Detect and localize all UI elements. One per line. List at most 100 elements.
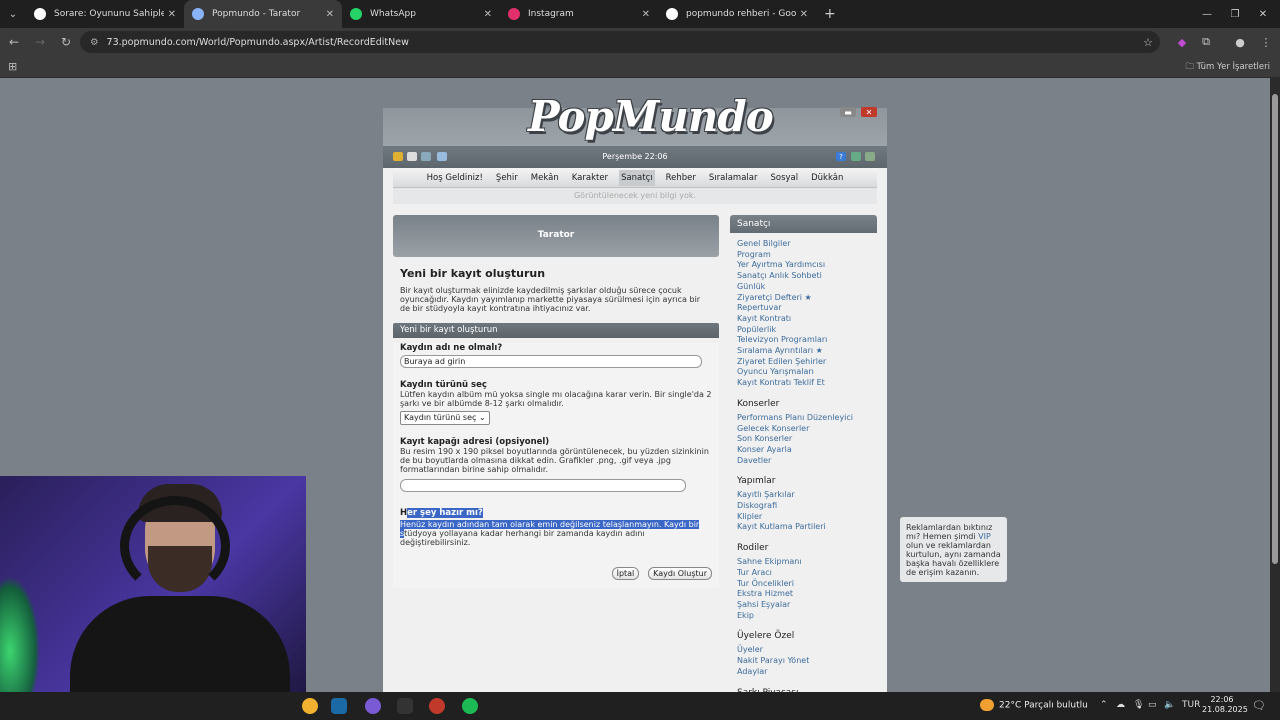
sidebar-link[interactable]: Sıralama Ayrıntıları ★ xyxy=(737,346,877,357)
tab-search-icon[interactable]: ⌄ xyxy=(0,0,26,28)
site-info-icon[interactable]: ⚙ xyxy=(90,37,99,48)
sidebar-link[interactable]: Son Konserler xyxy=(737,434,877,445)
nav-item[interactable]: Mekân xyxy=(529,170,561,186)
sidebar-link[interactable]: Kayıtlı Şarkılar xyxy=(737,490,877,501)
frame-close-icon[interactable]: ✕ xyxy=(861,107,877,117)
browser-tab[interactable]: popmundo rehberi - Google'da ✕ xyxy=(658,0,816,28)
settings-icon[interactable] xyxy=(865,152,875,161)
nav-item[interactable]: Dükkân xyxy=(809,170,845,186)
record-name-input[interactable]: Buraya ad girin xyxy=(400,355,702,368)
sidebar-link[interactable]: Şahsi Eşyalar xyxy=(737,600,877,611)
sidebar-link[interactable]: Tur Öncelikleri xyxy=(737,579,877,590)
sidebar-link[interactable]: Program xyxy=(737,250,877,261)
browser-tab[interactable]: Sorare: Oyununu Sahiplen ✕ xyxy=(26,0,184,28)
sidebar-link[interactable]: Günlük xyxy=(737,282,877,293)
create-record-button[interactable]: Kaydı Oluştur xyxy=(648,567,712,580)
sidebar-link[interactable]: Gelecek Konserler xyxy=(737,424,877,435)
sidebar-link[interactable]: Yer Ayırtma Yardımcısı xyxy=(737,260,877,271)
user-icon[interactable] xyxy=(851,152,861,161)
sidebar-link[interactable]: Sahne Ekipmanı xyxy=(737,557,877,568)
volume-icon[interactable]: 🔈 xyxy=(1164,700,1175,710)
nav-item[interactable]: Sosyal xyxy=(769,170,801,186)
sidebar-link[interactable]: Konser Ayarla xyxy=(737,445,877,456)
record-form: Kaydın adı ne olmalı? Buraya ad girin Ka… xyxy=(393,343,719,588)
nav-item[interactable]: Karakter xyxy=(570,170,610,186)
sidebar-link[interactable]: Oyuncu Yarışmaları xyxy=(737,367,877,378)
sidebar-link[interactable]: Ziyaretçi Defteri ★ xyxy=(737,293,877,304)
microphone-icon[interactable]: 🎙 xyxy=(1133,700,1144,710)
record-type-select[interactable]: Kaydın türünü seç ⌄ xyxy=(400,411,490,425)
nav-item[interactable]: Rehber xyxy=(664,170,698,186)
new-tab-button[interactable]: + xyxy=(824,6,836,22)
sidebar-link[interactable]: Klipler xyxy=(737,512,877,523)
sidebar-link[interactable]: Ekstra Hizmet xyxy=(737,589,877,600)
sidebar-link[interactable]: Genel Bilgiler xyxy=(737,239,877,250)
sidebar-link[interactable]: Repertuvar xyxy=(737,303,877,314)
all-bookmarks[interactable]: 🗀 Tüm Yer İşaretleri xyxy=(1185,61,1270,75)
sidebar-link[interactable]: Performans Planı Düzenleyici xyxy=(737,413,877,424)
chrome-taskbar-icon[interactable] xyxy=(302,698,318,714)
tray-chevron-icon[interactable]: ⌃ xyxy=(1100,700,1108,710)
sidebar-link[interactable]: Kayıt Kontratı xyxy=(737,314,877,325)
back-icon[interactable]: ← xyxy=(2,30,26,54)
tab-close-icon[interactable]: ✕ xyxy=(800,9,808,20)
recorder-taskbar-icon[interactable] xyxy=(429,698,445,714)
browser-tab[interactable]: Instagram ✕ xyxy=(500,0,658,28)
artist-name-box[interactable]: Tarator xyxy=(393,215,719,257)
epic-games-taskbar-icon[interactable] xyxy=(397,698,413,714)
reload-icon[interactable]: ↻ xyxy=(54,30,78,54)
sidebar-link[interactable]: Ziyaret Edilen Şehirler xyxy=(737,357,877,368)
scrollbar-thumb[interactable] xyxy=(1272,94,1278,564)
notification-icon[interactable]: 🗨 xyxy=(1252,699,1266,712)
taskbar-clock[interactable]: 22:06 21.08.2025 xyxy=(1202,695,1248,715)
menu-dots-icon[interactable]: ⋮ xyxy=(1256,32,1276,52)
status-bar: Perşembe 22:06 ? xyxy=(383,146,887,168)
steam-taskbar-icon[interactable] xyxy=(331,698,347,714)
language-indicator[interactable]: TUR xyxy=(1182,700,1200,710)
sidebar-link[interactable]: Üyeler xyxy=(737,645,877,656)
webcam-overlay xyxy=(0,476,306,720)
sidebar-link[interactable]: Adaylar xyxy=(737,667,877,678)
network-icon[interactable]: ▭ xyxy=(1148,700,1157,710)
extension-icon[interactable]: ◆ xyxy=(1172,32,1192,52)
discord-taskbar-icon[interactable] xyxy=(365,698,381,714)
sidebar-link[interactable]: Tur Aracı xyxy=(737,568,877,579)
cover-url-input[interactable] xyxy=(400,479,686,492)
nav-item[interactable]: Sıralamalar xyxy=(707,170,760,186)
frame-minimize-icon[interactable]: ▬ xyxy=(840,107,856,117)
sidebar-link[interactable]: Kayıt Kutlama Partileri xyxy=(737,522,877,533)
browser-tab[interactable]: WhatsApp ✕ xyxy=(342,0,500,28)
spotify-taskbar-icon[interactable] xyxy=(462,698,478,714)
ready-label: Her şey hazır mı? xyxy=(400,508,483,518)
profile-avatar-icon[interactable]: ● xyxy=(1230,32,1250,52)
nav-item[interactable]: Sanatçı xyxy=(619,169,655,186)
sidebar-link[interactable]: Davetler xyxy=(737,456,877,467)
apps-grid-icon[interactable]: ⊞ xyxy=(8,60,17,73)
browser-tab[interactable]: Popmundo - Tarator ✕ xyxy=(184,0,342,28)
help-icon[interactable]: ? xyxy=(836,152,846,161)
tab-close-icon[interactable]: ✕ xyxy=(484,9,492,20)
vip-link[interactable]: VIP xyxy=(978,532,991,541)
weather-widget[interactable]: 22°C Parçalı bulutlu xyxy=(980,699,1088,711)
sidebar-link[interactable]: Sanatçı Anlık Sohbeti xyxy=(737,271,877,282)
bookmark-star-icon[interactable]: ☆ xyxy=(1138,32,1158,52)
onedrive-icon[interactable]: ☁ xyxy=(1116,700,1125,710)
tab-close-icon[interactable]: ✕ xyxy=(168,9,176,20)
forward-icon[interactable]: → xyxy=(28,30,52,54)
url-field[interactable]: ⚙ 73.popmundo.com/World/Popmundo.aspx/Ar… xyxy=(80,31,1160,53)
sidebar-link[interactable]: Nakit Parayı Yönet xyxy=(737,656,877,667)
cancel-button[interactable]: İptal xyxy=(611,567,640,580)
popmundo-logo[interactable]: PopMundo xyxy=(528,92,774,141)
extensions-puzzle-icon[interactable]: ⧉ xyxy=(1196,32,1216,52)
sidebar-link[interactable]: Televizyon Programları xyxy=(737,335,877,346)
sidebar-link[interactable]: Kayıt Kontratı Teklif Et xyxy=(737,378,877,389)
nav-item[interactable]: Şehir xyxy=(494,170,520,186)
tab-close-icon[interactable]: ✕ xyxy=(326,9,334,20)
sidebar-link[interactable]: Popülerlik xyxy=(737,325,877,336)
tab-close-icon[interactable]: ✕ xyxy=(642,9,650,20)
sidebar-link[interactable]: Ekip xyxy=(737,611,877,622)
close-window-icon[interactable]: ✕ xyxy=(1246,0,1280,28)
page-scrollbar[interactable] xyxy=(1270,78,1280,692)
nav-item[interactable]: Hoş Geldiniz! xyxy=(425,170,485,186)
sidebar-link[interactable]: Diskografi xyxy=(737,501,877,512)
